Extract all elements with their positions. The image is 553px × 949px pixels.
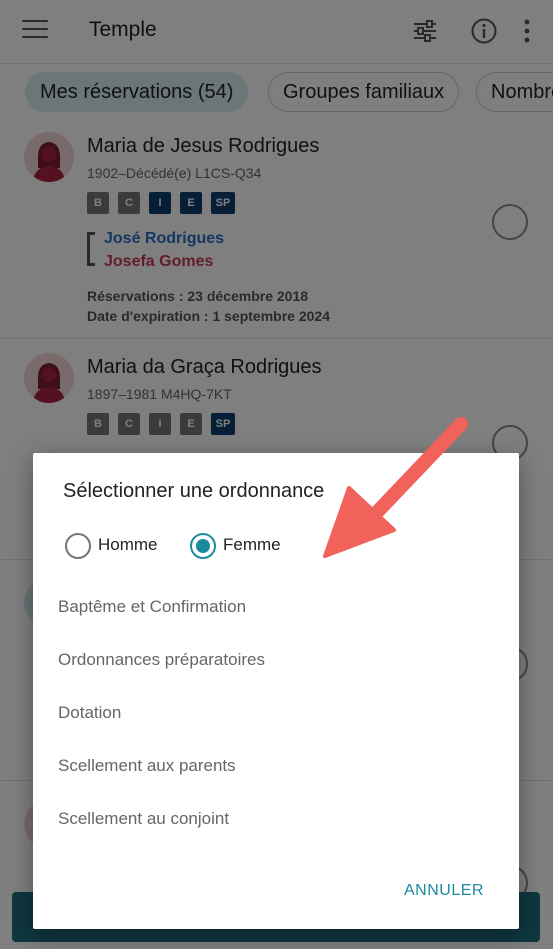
radio-male[interactable]: [65, 533, 91, 559]
ordinance-sealing-parents[interactable]: Scellement aux parents: [58, 756, 236, 776]
ordinance-sealing-spouse[interactable]: Scellement au conjoint: [58, 809, 229, 829]
ordinance-initiatory[interactable]: Ordonnances préparatoires: [58, 650, 265, 670]
ordinance-baptism-confirmation[interactable]: Baptême et Confirmation: [58, 597, 246, 617]
gender-label-female: Femme: [223, 535, 281, 554]
cancel-button[interactable]: ANNULER: [404, 882, 484, 900]
ordinance-dialog: Sélectionner une ordonnance Homme Femme …: [33, 453, 519, 929]
dialog-title: Sélectionner une ordonnance: [63, 480, 325, 502]
gender-label-male: Homme: [98, 535, 158, 554]
radio-female[interactable]: [190, 533, 216, 559]
ordinance-endowment[interactable]: Dotation: [58, 703, 121, 723]
